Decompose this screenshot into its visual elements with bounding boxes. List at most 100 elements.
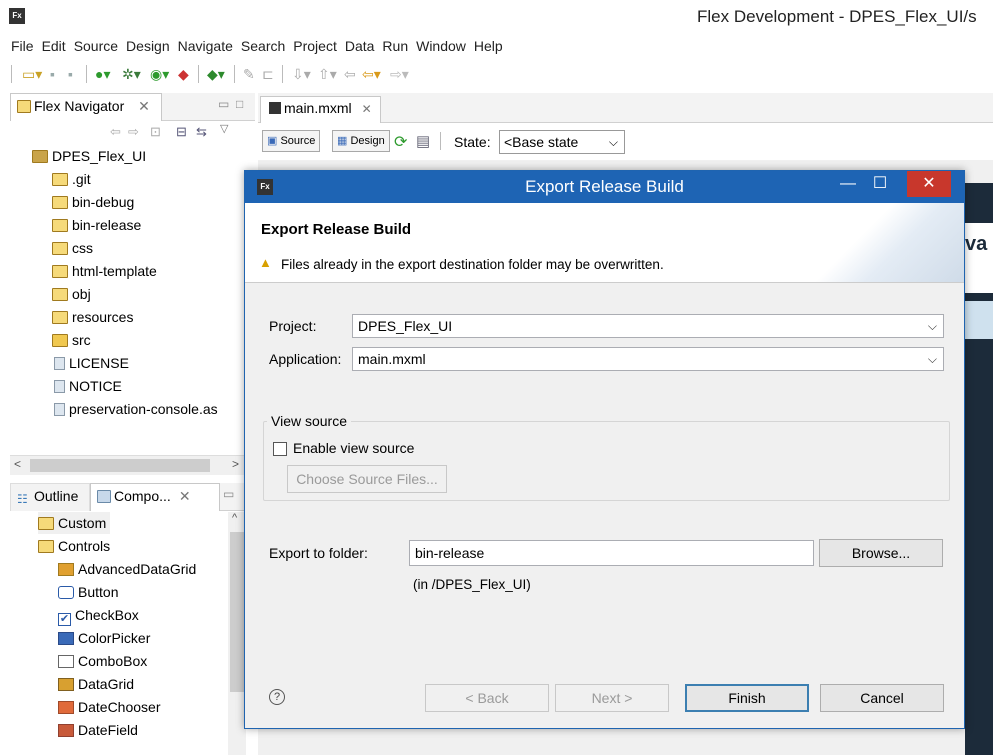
- close-icon[interactable]: ✕: [907, 171, 951, 197]
- collapse-all-icon[interactable]: ⊟: [176, 124, 187, 140]
- forward-icon[interactable]: ⇨▾: [390, 66, 409, 82]
- preview-icon[interactable]: ▤: [416, 132, 430, 150]
- debug-icon[interactable]: ✲▾: [122, 66, 141, 82]
- tree-item-controls[interactable]: Controls: [38, 535, 110, 557]
- new-mxml-icon[interactable]: ◆▾: [207, 66, 225, 82]
- menu-edit[interactable]: Edit: [38, 34, 70, 58]
- scroll-thumb[interactable]: [30, 459, 210, 472]
- tab-components[interactable]: Compo... ✕: [90, 483, 220, 511]
- components-tab-label: Compo...: [114, 488, 171, 504]
- component-colorpicker[interactable]: ColorPicker: [58, 627, 150, 649]
- run-icon[interactable]: ●▾: [95, 66, 110, 82]
- new-icon[interactable]: ▭▾: [22, 66, 42, 82]
- tree-item-obj[interactable]: obj: [52, 283, 91, 305]
- next-annotation-icon[interactable]: ⇩▾: [292, 66, 311, 82]
- tree-item-git[interactable]: .git: [52, 168, 91, 190]
- menu-data[interactable]: Data: [341, 34, 379, 58]
- header-decoration: [794, 203, 964, 282]
- project-select[interactable]: DPES_Flex_UI ⌵: [352, 314, 944, 338]
- save-icon[interactable]: ▪: [50, 66, 55, 82]
- tree-item-bin-debug[interactable]: bin-debug: [52, 191, 134, 213]
- refresh-icon[interactable]: ⟳: [394, 132, 407, 152]
- nav-back-icon[interactable]: ⇦: [110, 124, 121, 140]
- help-icon[interactable]: ?: [269, 689, 285, 705]
- menu-file[interactable]: File: [0, 34, 38, 58]
- tab-flex-navigator[interactable]: Flex Navigator ✕: [10, 93, 162, 121]
- minimize-icon[interactable]: —: [833, 171, 863, 197]
- tree-item-css[interactable]: css: [52, 237, 93, 259]
- menu-help[interactable]: Help: [470, 34, 507, 58]
- minimize-icon[interactable]: ▭: [218, 97, 229, 111]
- close-icon[interactable]: ✕: [362, 102, 372, 116]
- navigator-horizontal-scrollbar[interactable]: < >: [10, 455, 255, 475]
- menu-project[interactable]: Project: [289, 34, 341, 58]
- back-button[interactable]: < Back: [425, 684, 549, 712]
- state-select[interactable]: <Base state ⌵: [499, 130, 625, 154]
- design-mode-button[interactable]: ▦ Design: [332, 130, 390, 152]
- maximize-icon[interactable]: ☐: [865, 171, 895, 197]
- tree-item-html-template[interactable]: html-template: [52, 260, 157, 282]
- tree-item-project[interactable]: DPES_Flex_UI: [32, 145, 146, 167]
- menu-window[interactable]: Window: [412, 34, 470, 58]
- menu-source[interactable]: Source: [70, 34, 122, 58]
- menu-run[interactable]: Run: [378, 34, 412, 58]
- application-select[interactable]: main.mxml ⌵: [352, 347, 944, 371]
- mark-occurrences-icon[interactable]: ⊏: [262, 66, 274, 82]
- mxml-file-icon: [269, 102, 281, 114]
- component-advanced-datagrid[interactable]: AdvancedDataGrid: [58, 558, 196, 580]
- finish-button[interactable]: Finish: [685, 684, 809, 712]
- component-combobox[interactable]: ComboBox: [58, 650, 147, 672]
- nav-up-icon[interactable]: ⊡: [150, 124, 161, 140]
- browse-button[interactable]: Browse...: [819, 539, 943, 567]
- editor-tab-label: main.mxml: [284, 100, 352, 116]
- file-icon: [54, 403, 65, 416]
- tab-main-mxml[interactable]: main.mxml ✕: [260, 96, 381, 123]
- scroll-left-icon[interactable]: <: [14, 457, 21, 471]
- enable-view-source-checkbox[interactable]: [273, 442, 287, 456]
- component-checkbox[interactable]: ✔ CheckBox: [58, 604, 139, 626]
- tree-item-resources[interactable]: resources: [52, 306, 133, 328]
- component-datagrid[interactable]: DataGrid: [58, 673, 134, 695]
- tree-item-label: bin-debug: [72, 194, 135, 210]
- source-mode-button[interactable]: ▣ Source: [262, 130, 321, 152]
- back-icon[interactable]: ⇦▾: [362, 66, 381, 82]
- profile-icon[interactable]: ◉▾: [150, 66, 169, 82]
- maximize-icon[interactable]: □: [236, 97, 243, 111]
- scroll-thumb[interactable]: [230, 532, 244, 692]
- scroll-right-icon[interactable]: >: [232, 457, 239, 471]
- link-editor-icon[interactable]: ⇆: [196, 124, 207, 140]
- folder-icon: [38, 540, 54, 553]
- outline-tab-label: Outline: [34, 488, 79, 504]
- tree-item-custom[interactable]: Custom: [38, 512, 111, 534]
- next-button[interactable]: Next >: [555, 684, 669, 712]
- scroll-up-icon[interactable]: ^: [232, 512, 237, 524]
- menu-navigate[interactable]: Navigate: [174, 34, 237, 58]
- tree-item-label: AdvancedDataGrid: [78, 561, 197, 577]
- close-icon[interactable]: ✕: [138, 98, 150, 114]
- tree-item-bin-release[interactable]: bin-release: [52, 214, 141, 236]
- close-icon[interactable]: ✕: [179, 488, 191, 504]
- external-tools-icon[interactable]: ◆: [178, 66, 189, 82]
- chevron-down-icon: ⌵: [927, 319, 937, 333]
- tree-item-preservation-console[interactable]: preservation-console.as: [52, 398, 218, 420]
- tab-outline[interactable]: ☷ Outline: [10, 483, 90, 511]
- tree-item-notice[interactable]: NOTICE: [52, 375, 122, 397]
- component-button[interactable]: Button: [58, 581, 118, 603]
- source-folder-icon: [52, 334, 68, 347]
- component-datefield[interactable]: DateField: [58, 719, 138, 741]
- export-folder-input[interactable]: bin-release: [409, 540, 814, 566]
- tree-item-license[interactable]: LICENSE: [52, 352, 129, 374]
- component-datechooser[interactable]: DateChooser: [58, 696, 161, 718]
- choose-source-files-button[interactable]: Choose Source Files...: [287, 465, 447, 493]
- view-menu-icon[interactable]: ▽: [220, 122, 228, 135]
- prev-annotation-icon[interactable]: ⇧▾: [318, 66, 337, 82]
- nav-forward-icon[interactable]: ⇨: [128, 124, 139, 140]
- menu-search[interactable]: Search: [237, 34, 289, 58]
- cancel-button[interactable]: Cancel: [820, 684, 944, 712]
- menu-design[interactable]: Design: [122, 34, 174, 58]
- last-edit-icon[interactable]: ⇦: [344, 66, 356, 82]
- print-icon[interactable]: ▪: [68, 66, 73, 82]
- tree-item-src[interactable]: src: [52, 329, 91, 351]
- minimize-icon[interactable]: ▭: [223, 487, 234, 501]
- mark-icon[interactable]: ✎: [243, 66, 255, 82]
